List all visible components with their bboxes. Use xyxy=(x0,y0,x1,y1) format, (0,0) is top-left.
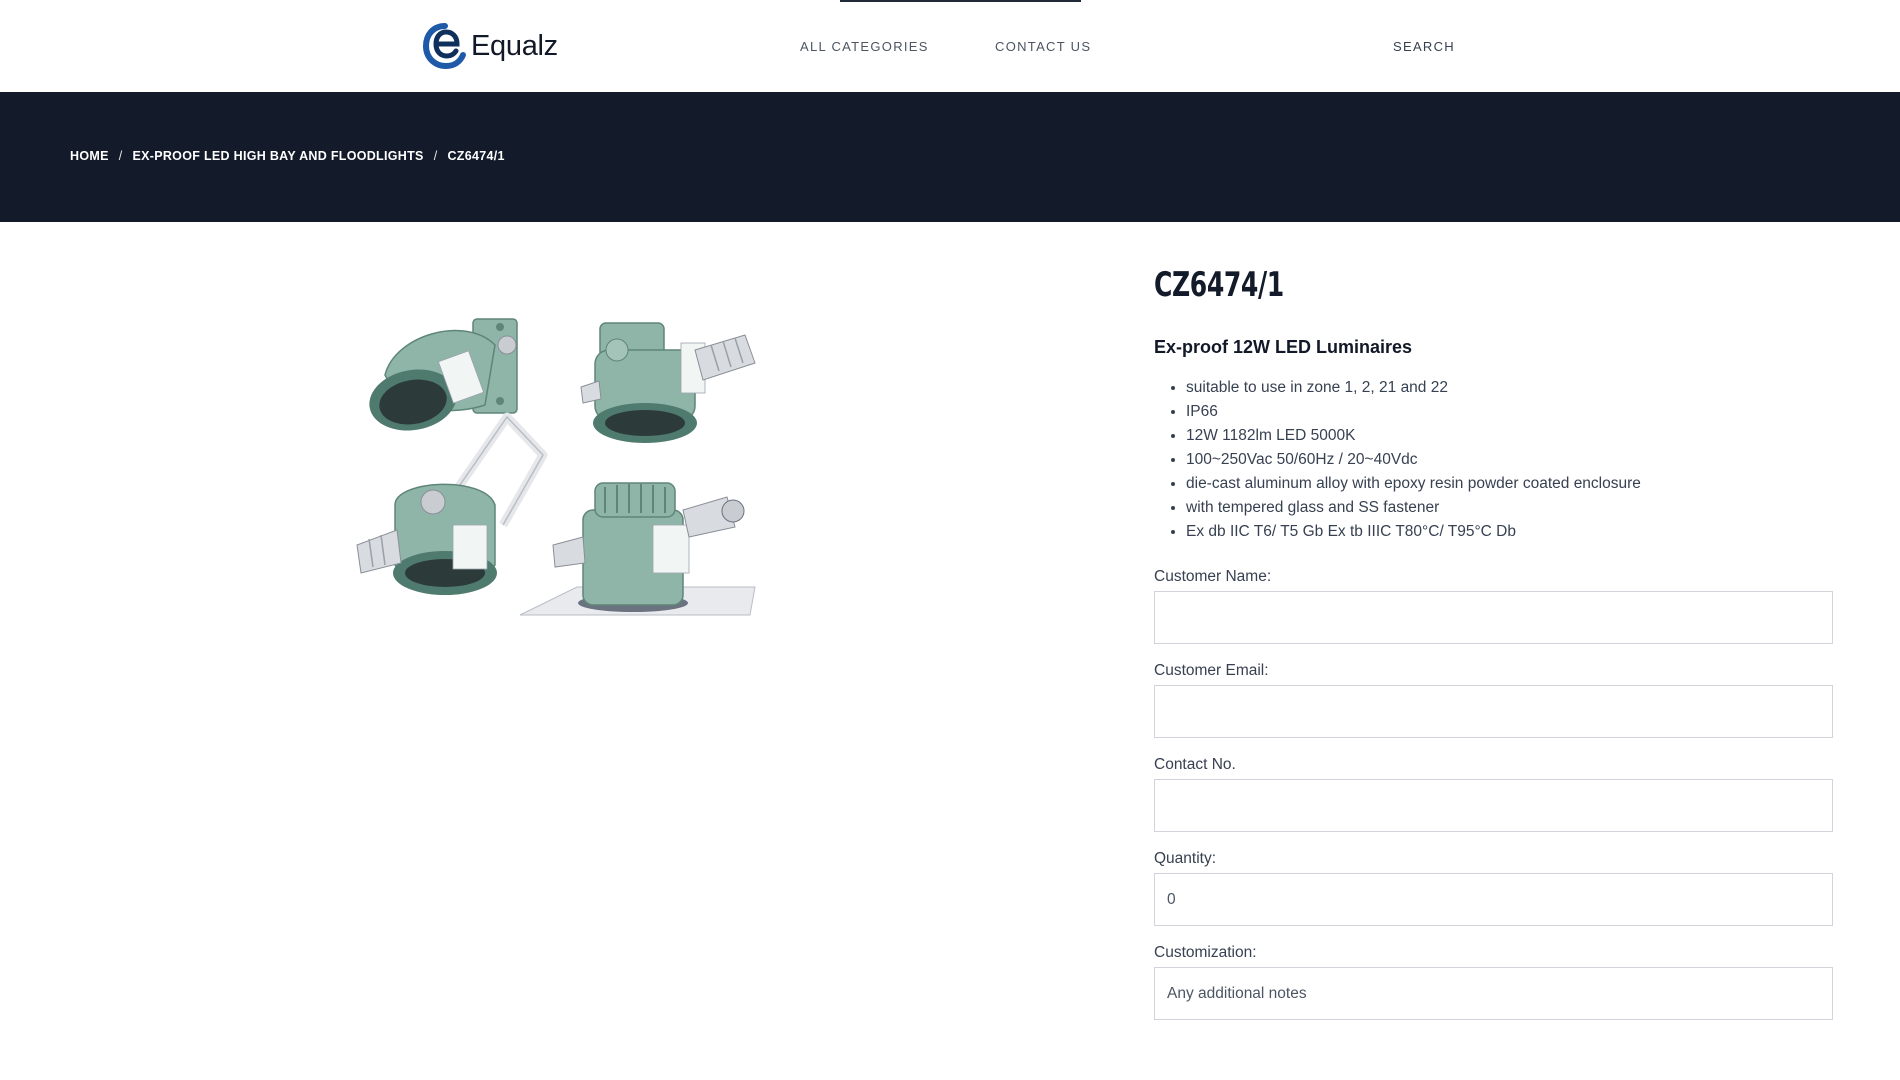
nav-active-indicator xyxy=(840,0,1081,2)
logo-link[interactable]: Equalz xyxy=(423,22,558,70)
luminaire-ceiling-mount xyxy=(580,322,756,443)
site-header: Equalz ALL CATEGORIES CONTACT US SEARCH xyxy=(0,0,1900,92)
breadcrumb-separator: / xyxy=(118,149,123,163)
feature-item: suitable to use in zone 1, 2, 21 and 22 xyxy=(1186,376,1834,400)
customer-email-input[interactable] xyxy=(1154,685,1833,738)
breadcrumb-category[interactable]: EX-PROOF LED HIGH BAY AND FLOODLIGHTS xyxy=(132,149,423,163)
contact-number-input[interactable] xyxy=(1154,779,1833,832)
contact-number-label: Contact No. xyxy=(1154,756,1236,773)
logo-text: Equalz xyxy=(471,29,558,62)
product-image xyxy=(356,318,756,616)
feature-item: with tempered glass and SS fastener xyxy=(1186,496,1834,520)
feature-item: 12W 1182lm LED 5000K xyxy=(1186,424,1834,448)
nav-contact-us[interactable]: CONTACT US xyxy=(995,39,1091,54)
luminaire-bracket-mount xyxy=(356,412,548,595)
feature-list: suitable to use in zone 1, 2, 21 and 22 … xyxy=(1154,376,1834,544)
breadcrumb-banner: HOME / EX-PROOF LED HIGH BAY AND FLOODLI… xyxy=(0,92,1900,222)
product-title: CZ6474/1 xyxy=(1154,265,1284,305)
customer-email-label: Customer Email: xyxy=(1154,662,1269,679)
nav-search[interactable]: SEARCH xyxy=(1393,39,1455,54)
customization-input[interactable] xyxy=(1154,967,1833,1020)
feature-item: IP66 xyxy=(1186,400,1834,424)
customization-group: Customization: xyxy=(1154,944,1834,1020)
luminaire-wall-mount xyxy=(369,318,518,431)
luminaire-flush-mount xyxy=(519,482,756,616)
feature-item: 100~250Vac 50/60Hz / 20~40Vdc xyxy=(1186,448,1834,472)
feature-item: die-cast aluminum alloy with epoxy resin… xyxy=(1186,472,1834,496)
product-details: CZ6474/1 Ex-proof 12W LED Luminaires sui… xyxy=(1154,265,1834,1038)
customer-name-input[interactable] xyxy=(1154,591,1833,644)
breadcrumb-current: CZ6474/1 xyxy=(447,149,505,163)
contact-number-group: Contact No. xyxy=(1154,756,1834,832)
feature-item: Ex db IIC T6/ T5 Gb Ex tb IIIC T80°C/ T9… xyxy=(1186,520,1834,544)
customer-name-group: Customer Name: xyxy=(1154,568,1834,644)
nav-all-categories[interactable]: ALL CATEGORIES xyxy=(800,39,929,54)
quantity-input[interactable] xyxy=(1154,873,1833,926)
breadcrumb-home[interactable]: HOME xyxy=(70,149,109,163)
quantity-label: Quantity: xyxy=(1154,850,1217,867)
customization-label: Customization: xyxy=(1154,944,1257,961)
inquiry-form: Customer Name: Customer Email: Contact N… xyxy=(1154,568,1834,1020)
customer-name-label: Customer Name: xyxy=(1154,568,1272,585)
quantity-group: Quantity: xyxy=(1154,850,1834,926)
customer-email-group: Customer Email: xyxy=(1154,662,1834,738)
breadcrumb-separator: / xyxy=(433,149,438,163)
product-subtitle: Ex-proof 12W LED Luminaires xyxy=(1154,337,1413,357)
equalz-logo-icon xyxy=(423,23,466,70)
breadcrumb: HOME / EX-PROOF LED HIGH BAY AND FLOODLI… xyxy=(70,149,505,163)
